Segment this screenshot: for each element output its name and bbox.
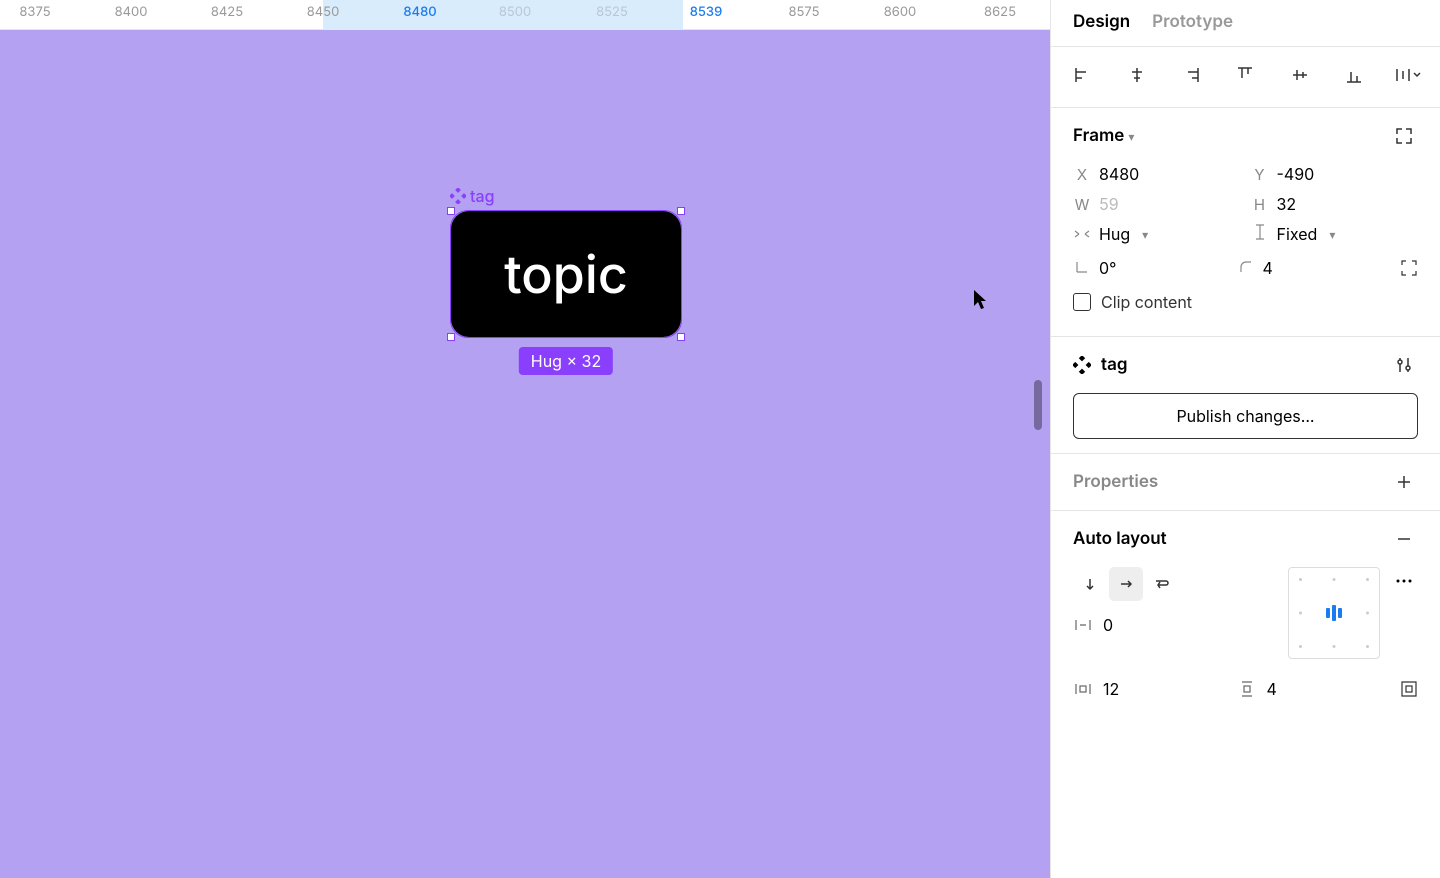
clip-content-label: Clip content bbox=[1101, 292, 1192, 312]
align-controls bbox=[1051, 47, 1440, 108]
resize-v-field[interactable]: Fixed▾ bbox=[1251, 224, 1419, 244]
ruler-tick[interactable]: 8480 bbox=[403, 4, 436, 20]
tag-element[interactable]: topic bbox=[451, 211, 681, 337]
padding-h-icon bbox=[1073, 682, 1093, 696]
gap-input[interactable] bbox=[1103, 615, 1153, 635]
x-field[interactable]: X8480 bbox=[1073, 164, 1241, 184]
resize-h-field[interactable]: Hug▾ bbox=[1073, 224, 1241, 244]
individual-corners-icon[interactable] bbox=[1400, 254, 1418, 282]
autolayout-section: Auto layout bbox=[1051, 511, 1440, 727]
component-icon bbox=[1073, 356, 1091, 374]
align-right-icon[interactable] bbox=[1177, 61, 1205, 89]
ruler-tick[interactable]: 8625 bbox=[984, 4, 1016, 20]
component-label-text: tag bbox=[470, 186, 495, 206]
w-field[interactable]: W59 bbox=[1073, 194, 1241, 214]
resize-handle-tr[interactable] bbox=[677, 207, 685, 215]
padding-h-field[interactable] bbox=[1073, 675, 1227, 703]
tab-prototype[interactable]: Prototype bbox=[1152, 12, 1233, 32]
ruler-tick[interactable]: 8525 bbox=[596, 4, 628, 20]
canvas[interactable]: 8375 8400 8425 8450 8480 8500 8525 8539 8575 8600… bbox=[0, 0, 1050, 878]
corner-icon bbox=[1237, 259, 1255, 278]
ruler-tick[interactable]: 8575 bbox=[788, 4, 819, 20]
align-center-v-icon[interactable] bbox=[1286, 61, 1314, 89]
frame-section: Frame ▾ X8480 Y-490 W59 H32 Hug▾ bbox=[1051, 108, 1440, 337]
gap-icon bbox=[1073, 618, 1093, 632]
align-center-h-icon[interactable] bbox=[1123, 61, 1151, 89]
ruler-tick[interactable]: 8600 bbox=[884, 4, 917, 20]
alignment-center-icon bbox=[1326, 605, 1342, 621]
component-label[interactable]: tag bbox=[450, 186, 495, 206]
direction-vertical[interactable] bbox=[1073, 567, 1107, 601]
publish-button[interactable]: Publish changes... bbox=[1073, 393, 1418, 439]
panel-tabs: Design Prototype bbox=[1051, 0, 1440, 47]
clip-content-checkbox[interactable] bbox=[1073, 293, 1091, 311]
align-top-icon[interactable] bbox=[1231, 61, 1259, 89]
ruler-tick[interactable]: 8450 bbox=[307, 4, 340, 20]
direction-toggle bbox=[1073, 567, 1179, 601]
align-left-icon[interactable] bbox=[1069, 61, 1097, 89]
h-field[interactable]: H32 bbox=[1251, 194, 1419, 214]
padding-v-icon bbox=[1237, 680, 1257, 698]
autolayout-more-icon[interactable] bbox=[1390, 567, 1418, 595]
resize-handle-bl[interactable] bbox=[447, 333, 455, 341]
vertical-scrollbar[interactable] bbox=[1034, 380, 1042, 430]
fit-icon[interactable] bbox=[1390, 122, 1418, 150]
gap-field[interactable] bbox=[1073, 615, 1278, 635]
tag-text: topic bbox=[504, 243, 628, 306]
component-icon bbox=[450, 188, 466, 204]
individual-padding-icon[interactable] bbox=[1400, 675, 1418, 703]
padding-h-input[interactable] bbox=[1103, 679, 1153, 699]
padding-v-input[interactable] bbox=[1267, 679, 1317, 699]
ruler[interactable]: 8375 8400 8425 8450 8480 8500 8525 8539 8575 8600… bbox=[0, 0, 1050, 30]
corner-radius-field[interactable]: 4 bbox=[1237, 254, 1391, 282]
autolayout-title[interactable]: Auto layout bbox=[1073, 529, 1167, 549]
resize-h-icon bbox=[1073, 225, 1091, 244]
remove-autolayout-icon[interactable] bbox=[1390, 525, 1418, 553]
angle-icon bbox=[1073, 259, 1091, 278]
ruler-tick[interactable]: 8539 bbox=[690, 4, 723, 20]
padding-v-field[interactable] bbox=[1237, 675, 1391, 703]
alignment-grid[interactable] bbox=[1288, 567, 1380, 659]
y-field[interactable]: Y-490 bbox=[1251, 164, 1419, 184]
chevron-down-icon bbox=[1412, 70, 1422, 80]
direction-wrap[interactable] bbox=[1145, 567, 1179, 601]
ruler-tick[interactable]: 8375 bbox=[19, 4, 50, 20]
distribute-icon[interactable] bbox=[1394, 61, 1422, 89]
resize-v-icon bbox=[1251, 224, 1269, 244]
resize-handle-br[interactable] bbox=[677, 333, 685, 341]
ruler-tick[interactable]: 8400 bbox=[115, 4, 148, 20]
frame-title[interactable]: Frame bbox=[1073, 126, 1124, 146]
add-property-icon[interactable] bbox=[1390, 468, 1418, 496]
sliders-icon[interactable] bbox=[1390, 351, 1418, 379]
ruler-tick[interactable]: 8500 bbox=[499, 4, 531, 20]
size-indicator: Hug × 32 bbox=[519, 347, 613, 375]
properties-title[interactable]: Properties bbox=[1073, 472, 1158, 492]
chevron-down-icon[interactable]: ▾ bbox=[1128, 129, 1134, 144]
selection-box[interactable]: topic Hug × 32 bbox=[450, 210, 682, 338]
direction-horizontal[interactable] bbox=[1109, 567, 1143, 601]
tab-design[interactable]: Design bbox=[1073, 12, 1130, 32]
component-section: tag Publish changes... bbox=[1051, 337, 1440, 454]
resize-handle-tl[interactable] bbox=[447, 207, 455, 215]
rotation-field[interactable]: 0° bbox=[1073, 254, 1227, 282]
ruler-tick[interactable]: 8425 bbox=[211, 4, 243, 20]
properties-section: Properties bbox=[1051, 454, 1440, 511]
align-bottom-icon[interactable] bbox=[1340, 61, 1368, 89]
inspector-panel: Design Prototype Frame ▾ bbox=[1050, 0, 1440, 878]
component-name[interactable]: tag bbox=[1101, 355, 1127, 375]
